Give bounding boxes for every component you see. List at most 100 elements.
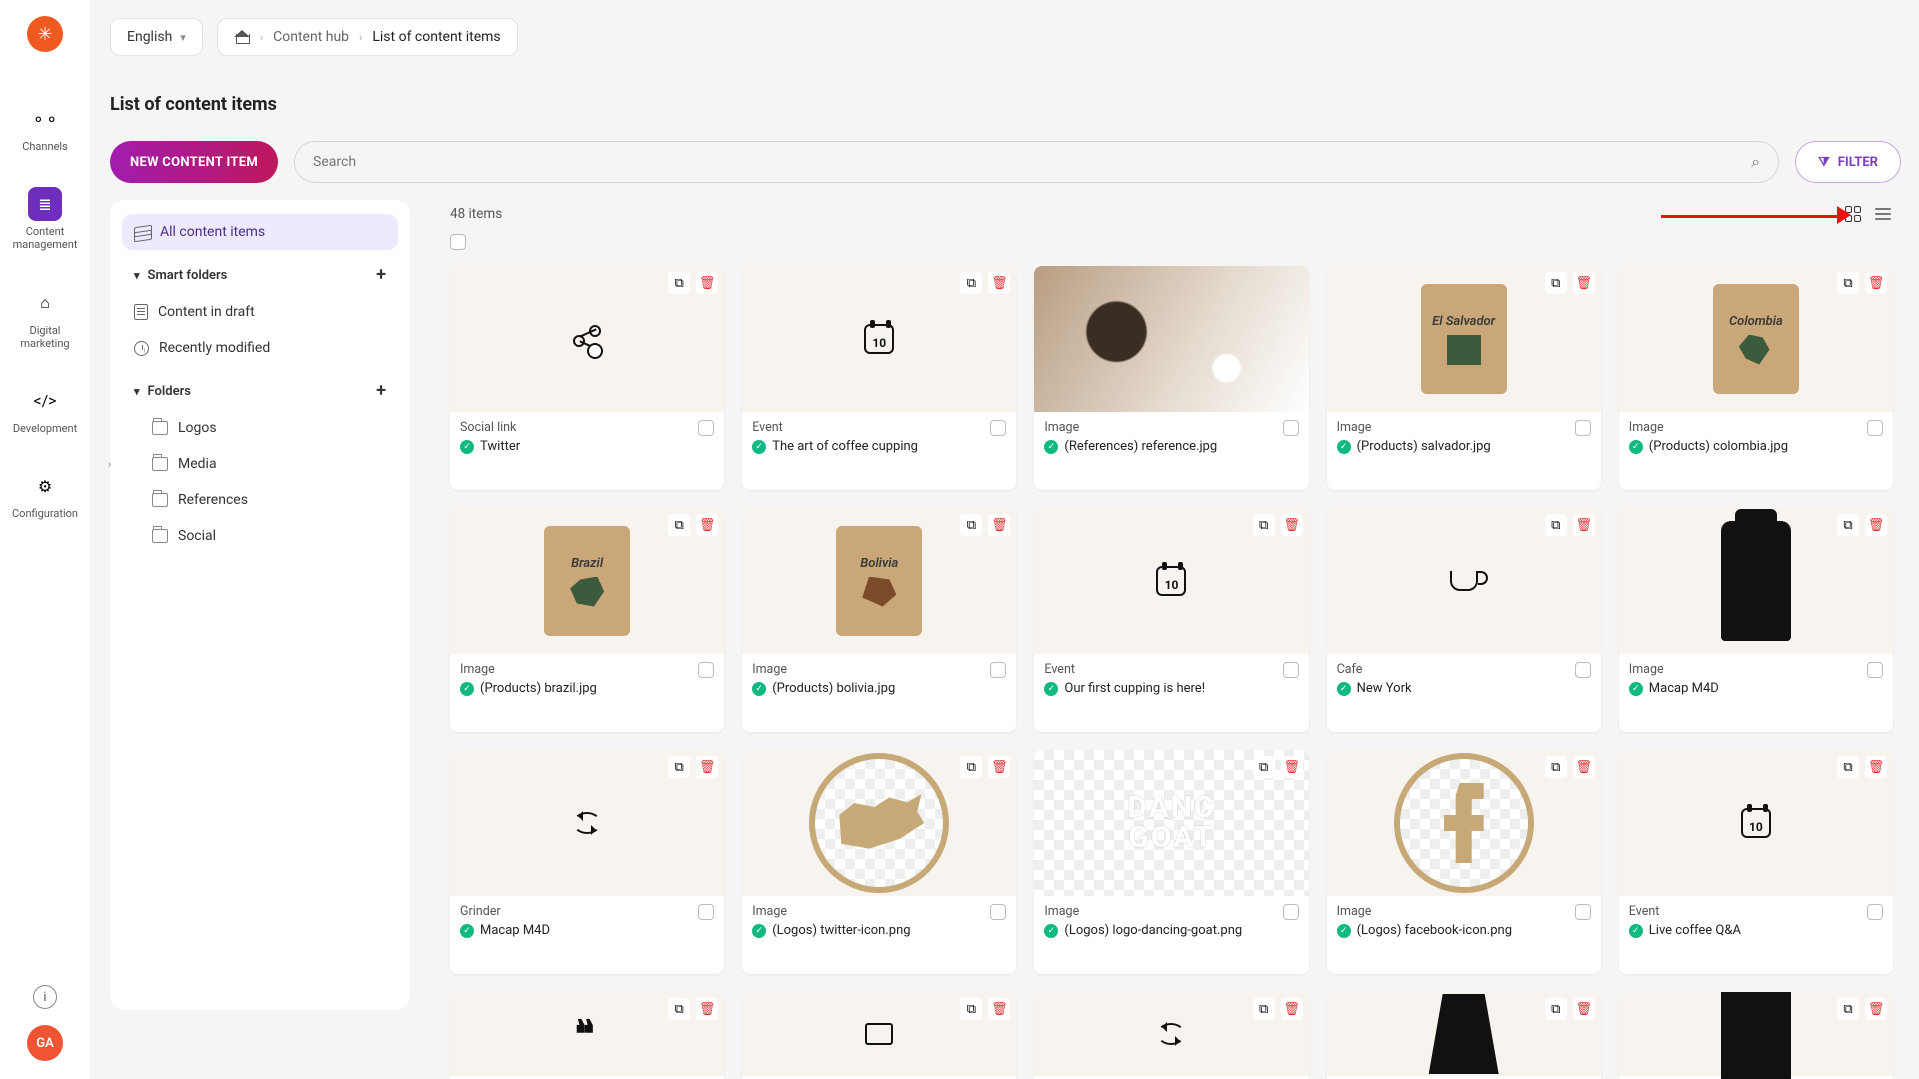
duplicate-button[interactable]: ⧉ [668,998,690,1020]
delete-button[interactable]: 🗑 [1281,756,1303,778]
delete-button[interactable]: 🗑 [1865,272,1887,294]
filter-button[interactable]: ⧩ FILTER [1795,141,1901,183]
duplicate-button[interactable]: ⧉ [960,998,982,1020]
content-card[interactable]: ⧉🗑❝ [450,992,724,1079]
folder-media[interactable]: ›Media [122,446,398,482]
content-card[interactable]: ⧉🗑 [1034,992,1308,1079]
content-card[interactable]: ⧉🗑BrazilImage✓(Products) brazil.jpg [450,508,724,732]
card-checkbox[interactable] [1283,420,1299,436]
delete-button[interactable]: 🗑 [696,998,718,1020]
crumb-hub[interactable]: Content hub [273,29,349,45]
delete-button[interactable]: 🗑 [1865,756,1887,778]
content-card[interactable]: ⧉🗑Image✓(Logos) facebook-icon.png [1327,750,1601,974]
delete-button[interactable]: 🗑 [696,514,718,536]
card-checkbox[interactable] [990,904,1006,920]
duplicate-button[interactable]: ⧉ [1837,514,1859,536]
content-card[interactable]: ⧉🗑DANCGOATImage✓(Logos) logo-dancing-goa… [1034,750,1308,974]
delete-button[interactable]: 🗑 [1573,756,1595,778]
language-select[interactable]: English ▾ [110,18,203,56]
sidebar-all-content[interactable]: All content items [122,214,398,250]
rail-configuration[interactable]: ⚙ Configuration [10,459,80,530]
content-card[interactable]: ⧉🗑 [1327,992,1601,1079]
delete-button[interactable]: 🗑 [1865,514,1887,536]
card-checkbox[interactable] [1867,904,1883,920]
card-checkbox[interactable] [1283,904,1299,920]
app-logo[interactable]: ✳ [27,16,63,52]
folders-section[interactable]: ▾Folders + [122,372,398,410]
duplicate-button[interactable]: ⧉ [1545,998,1567,1020]
delete-button[interactable]: 🗑 [1573,514,1595,536]
delete-button[interactable]: 🗑 [1865,998,1887,1020]
delete-button[interactable]: 🗑 [1281,514,1303,536]
duplicate-button[interactable]: ⧉ [1837,272,1859,294]
delete-button[interactable]: 🗑 [1573,998,1595,1020]
delete-button[interactable]: 🗑 [696,756,718,778]
sidebar-recently-modified[interactable]: Recently modified [122,330,398,366]
content-card[interactable]: ⧉🗑El SalvadorImage✓(Products) salvador.j… [1327,266,1601,490]
delete-button[interactable]: 🗑 [696,272,718,294]
content-card[interactable]: ⧉🗑BoliviaImage✓(Products) bolivia.jpg [742,508,1016,732]
content-card[interactable]: ⧉🗑Grinder✓Macap M4D [450,750,724,974]
card-checkbox[interactable] [1867,662,1883,678]
card-checkbox[interactable] [1575,420,1591,436]
home-icon[interactable] [234,30,250,44]
delete-button[interactable]: 🗑 [1281,998,1303,1020]
card-checkbox[interactable] [698,904,714,920]
content-card[interactable]: ⧉🗑 [742,992,1016,1079]
duplicate-button[interactable]: ⧉ [668,514,690,536]
sidebar-content-draft[interactable]: Content in draft [122,294,398,330]
list-view-toggle[interactable] [1873,204,1893,224]
duplicate-button[interactable]: ⧉ [1545,272,1567,294]
delete-button[interactable]: 🗑 [988,998,1010,1020]
avatar[interactable]: GA [27,1025,63,1061]
delete-button[interactable]: 🗑 [988,514,1010,536]
duplicate-button[interactable]: ⧉ [1837,998,1859,1020]
content-card[interactable]: ⧉🗑Social link✓Twitter [450,266,724,490]
card-checkbox[interactable] [990,420,1006,436]
rail-digital-marketing[interactable]: ⌂ Digital marketing [10,276,80,360]
duplicate-button[interactable]: ⧉ [1545,756,1567,778]
smart-folders-section[interactable]: ▾Smart folders + [122,256,398,294]
folder-social[interactable]: Social [122,518,398,554]
duplicate-button[interactable]: ⧉ [1253,756,1275,778]
duplicate-button[interactable]: ⧉ [1837,756,1859,778]
rail-channels[interactable]: ⚬⚬ Channels [10,92,80,163]
info-icon[interactable]: i [33,985,57,1009]
folder-references[interactable]: References [122,482,398,518]
card-checkbox[interactable] [1575,904,1591,920]
duplicate-button[interactable]: ⧉ [668,272,690,294]
card-checkbox[interactable] [698,420,714,436]
delete-button[interactable]: 🗑 [988,756,1010,778]
duplicate-button[interactable]: ⧉ [960,756,982,778]
card-checkbox[interactable] [990,662,1006,678]
content-card[interactable]: ⧉🗑Cafe✓New York [1327,508,1601,732]
content-card[interactable]: ⧉🗑10Event✓Our first cupping is here! [1034,508,1308,732]
duplicate-button[interactable]: ⧉ [960,272,982,294]
search-input[interactable] [313,154,1751,170]
duplicate-button[interactable]: ⧉ [960,514,982,536]
card-checkbox[interactable] [1283,662,1299,678]
duplicate-button[interactable]: ⧉ [668,756,690,778]
content-card[interactable]: ⧉🗑10Event✓Live coffee Q&A [1619,750,1893,974]
add-smart-folder-button[interactable]: + [376,266,386,284]
content-card[interactable]: ⧉🗑Image✓(Logos) twitter-icon.png [742,750,1016,974]
card-checkbox[interactable] [698,662,714,678]
add-folder-button[interactable]: + [376,382,386,400]
content-card[interactable]: ⧉🗑 [1619,992,1893,1079]
folder-logos[interactable]: Logos [122,410,398,446]
content-card[interactable]: ⧉🗑ColombiaImage✓(Products) colombia.jpg [1619,266,1893,490]
card-checkbox[interactable] [1575,662,1591,678]
new-content-item-button[interactable]: NEW CONTENT ITEM [110,141,278,183]
delete-button[interactable]: 🗑 [1573,272,1595,294]
rail-content-management[interactable]: ≣ Content management [10,177,80,261]
duplicate-button[interactable]: ⧉ [1253,998,1275,1020]
search-icon[interactable]: ⌕ [1751,152,1760,172]
duplicate-button[interactable]: ⧉ [1545,514,1567,536]
select-all-checkbox[interactable] [450,234,466,250]
card-checkbox[interactable] [1867,420,1883,436]
content-card[interactable]: ⧉🗑10Event✓The art of coffee cupping [742,266,1016,490]
content-card[interactable]: ⧉🗑Image✓Macap M4D [1619,508,1893,732]
rail-development[interactable]: </> Development [10,374,80,445]
content-card[interactable]: ⧉🗑Image✓(References) reference.jpg [1034,266,1308,490]
delete-button[interactable]: 🗑 [988,272,1010,294]
